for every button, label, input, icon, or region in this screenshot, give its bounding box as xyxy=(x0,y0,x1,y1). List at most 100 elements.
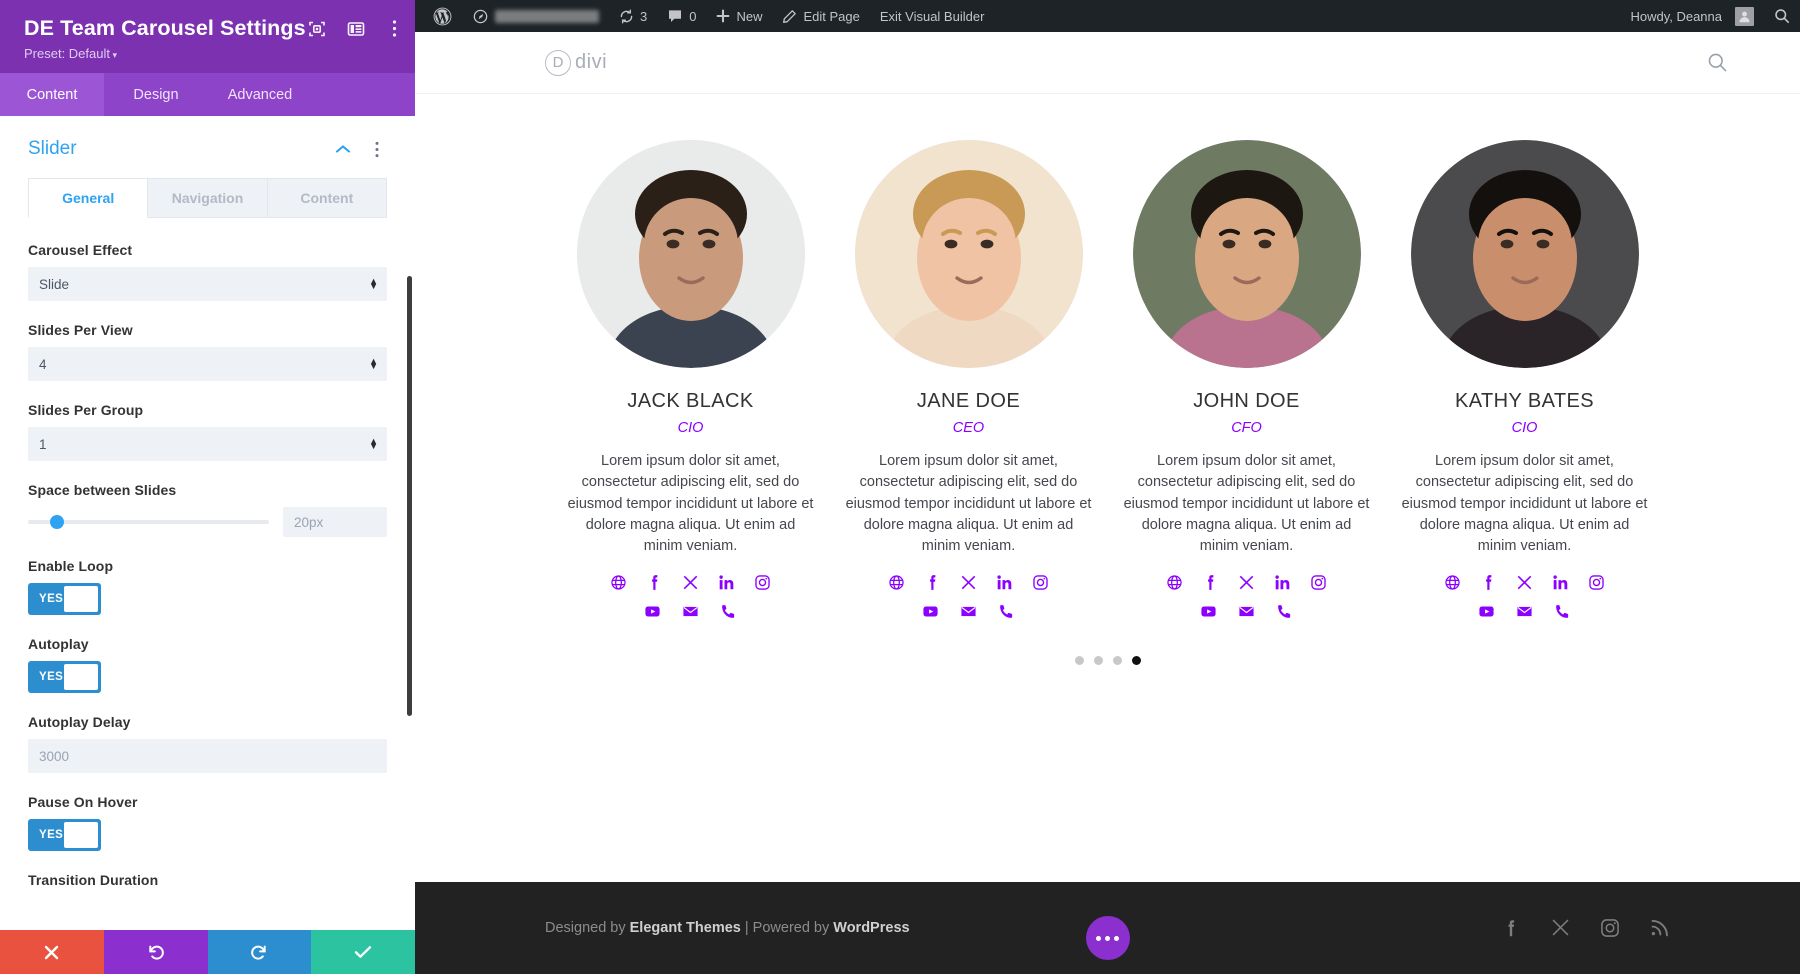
divi-menu-button[interactable] xyxy=(1085,916,1130,960)
subtab-general[interactable]: General xyxy=(28,178,149,218)
pagination-dot[interactable] xyxy=(1093,655,1103,665)
facebook-icon[interactable] xyxy=(646,574,663,591)
carousel-effect-select[interactable]: Slide ▲ ▼ xyxy=(28,267,387,301)
linkedin-icon[interactable] xyxy=(1274,574,1291,591)
header-search-icon[interactable] xyxy=(1707,52,1728,73)
facebook-icon[interactable] xyxy=(924,574,941,591)
team-member-card[interactable]: JACK BLACK CIO Lorem ipsum dolor sit ame… xyxy=(562,140,820,632)
field-pause-on-hover: Pause On Hover YES xyxy=(28,794,387,851)
tab-advanced[interactable]: Advanced xyxy=(208,73,312,116)
x-twitter-icon[interactable] xyxy=(1516,574,1533,591)
member-socials-row-1 xyxy=(1396,574,1654,591)
linkedin-icon[interactable] xyxy=(996,574,1013,591)
wordpress-icon[interactable] xyxy=(423,0,462,32)
globe-icon[interactable] xyxy=(610,574,627,591)
edit-page-menu[interactable]: Edit Page xyxy=(772,0,869,32)
phone-icon[interactable] xyxy=(1276,603,1293,620)
tab-design[interactable]: Design xyxy=(104,73,208,116)
email-icon[interactable] xyxy=(682,603,699,620)
admin-search-icon[interactable] xyxy=(1764,0,1800,32)
space-between-value[interactable]: 20px xyxy=(283,507,387,537)
phone-icon[interactable] xyxy=(998,603,1015,620)
ellipsis-dot xyxy=(1105,935,1110,941)
settings-panel-scrollbar[interactable] xyxy=(407,276,412,716)
instagram-icon[interactable] xyxy=(1310,574,1327,591)
howdy-menu[interactable]: Howdy, Deanna xyxy=(1620,0,1764,32)
exit-visual-builder-menu[interactable]: Exit Visual Builder xyxy=(870,0,995,32)
preset-selector[interactable]: Preset: Default ▾ xyxy=(24,46,395,61)
globe-icon[interactable] xyxy=(1444,574,1461,591)
enable-loop-toggle-value: YES xyxy=(39,593,64,605)
x-twitter-icon[interactable] xyxy=(1238,574,1255,591)
wordpress-admin-bar: 3 0 New Edit Page Exit Visual Builder Ho… xyxy=(415,0,1800,32)
instagram-icon[interactable] xyxy=(754,574,771,591)
linkedin-icon[interactable] xyxy=(1552,574,1569,591)
slider-thumb[interactable] xyxy=(49,515,64,529)
comments-menu[interactable]: 0 xyxy=(657,0,706,32)
globe-icon[interactable] xyxy=(1166,574,1183,591)
autoplay-delay-input[interactable]: 3000 xyxy=(28,739,387,773)
pause-on-hover-toggle[interactable]: YES xyxy=(28,819,101,851)
facebook-icon[interactable] xyxy=(1202,574,1219,591)
team-member-card[interactable]: JANE DOE CEO Lorem ipsum dolor sit amet,… xyxy=(840,140,1098,632)
cancel-button[interactable] xyxy=(0,930,104,974)
email-icon[interactable] xyxy=(1238,603,1255,620)
youtube-icon[interactable] xyxy=(922,603,939,620)
facebook-icon[interactable] xyxy=(1500,917,1522,939)
slides-per-group-label: Slides Per Group xyxy=(28,402,144,418)
new-content-menu[interactable]: New xyxy=(706,0,772,32)
footer-designed-brand[interactable]: Elegant Themes xyxy=(630,920,741,936)
exit-visual-builder-label: Exit Visual Builder xyxy=(879,8,985,24)
team-member-card[interactable]: JOHN DOE CFO Lorem ipsum dolor sit amet,… xyxy=(1118,140,1376,632)
instagram-icon[interactable] xyxy=(1588,574,1605,591)
x-twitter-icon[interactable] xyxy=(682,574,699,591)
linkedin-icon[interactable] xyxy=(718,574,735,591)
team-member-card[interactable]: KATHY BATES CIO Lorem ipsum dolor sit am… xyxy=(1396,140,1654,632)
pagination-dot[interactable] xyxy=(1112,655,1122,665)
subtab-content[interactable]: Content xyxy=(267,178,387,218)
instagram-icon[interactable] xyxy=(1032,574,1049,591)
layout-columns-icon[interactable] xyxy=(345,18,367,40)
redo-button[interactable] xyxy=(207,930,312,974)
slides-per-view-input[interactable]: 4 ▲ ▼ xyxy=(28,347,387,381)
phone-icon[interactable] xyxy=(720,603,737,620)
focus-frame-icon[interactable] xyxy=(306,18,328,40)
save-button[interactable] xyxy=(311,930,415,974)
rss-icon[interactable] xyxy=(1649,917,1670,939)
pagination-dot[interactable] xyxy=(1131,655,1141,665)
youtube-icon[interactable] xyxy=(1200,603,1217,620)
enable-loop-toggle[interactable]: YES xyxy=(28,583,101,615)
youtube-icon[interactable] xyxy=(1478,603,1495,620)
subtab-navigation[interactable]: Navigation xyxy=(148,178,268,218)
enable-loop-label: Enable Loop xyxy=(28,558,114,574)
instagram-icon[interactable] xyxy=(1599,917,1621,939)
pagination-dot[interactable] xyxy=(1074,655,1084,665)
divi-logo[interactable]: D divi xyxy=(545,49,607,76)
undo-button[interactable] xyxy=(103,930,208,974)
slides-per-group-input[interactable]: 1 ▲ ▼ xyxy=(28,427,387,461)
team-carousel: JACK BLACK CIO Lorem ipsum dolor sit ame… xyxy=(415,94,1800,882)
updates-menu[interactable]: 3 xyxy=(609,0,657,32)
chevron-up-icon[interactable] xyxy=(333,139,353,159)
footer-powered-brand[interactable]: WordPress xyxy=(833,920,909,936)
site-name-menu[interactable] xyxy=(462,0,609,32)
more-vertical-icon[interactable] xyxy=(384,18,406,40)
member-photo xyxy=(1132,140,1361,368)
page-preview: 3 0 New Edit Page Exit Visual Builder Ho… xyxy=(415,0,1800,974)
field-slides-per-view: Slides Per View 4 ▲ ▼ xyxy=(28,322,387,381)
youtube-icon[interactable] xyxy=(644,603,661,620)
email-icon[interactable] xyxy=(960,603,977,620)
section-more-vertical-icon[interactable] xyxy=(367,139,387,159)
tab-content[interactable]: Content xyxy=(0,73,104,116)
autoplay-toggle[interactable]: YES xyxy=(28,661,101,693)
x-twitter-icon[interactable] xyxy=(960,574,977,591)
space-between-slider[interactable] xyxy=(28,515,269,529)
facebook-icon[interactable] xyxy=(1480,574,1497,591)
member-bio: Lorem ipsum dolor sit amet, consectetur … xyxy=(1123,453,1370,555)
member-photo-image xyxy=(576,140,805,368)
email-icon[interactable] xyxy=(1516,603,1533,620)
phone-icon[interactable] xyxy=(1554,603,1571,620)
globe-icon[interactable] xyxy=(888,574,905,591)
pause-on-hover-label: Pause On Hover xyxy=(28,794,138,810)
x-twitter-icon[interactable] xyxy=(1550,917,1571,939)
